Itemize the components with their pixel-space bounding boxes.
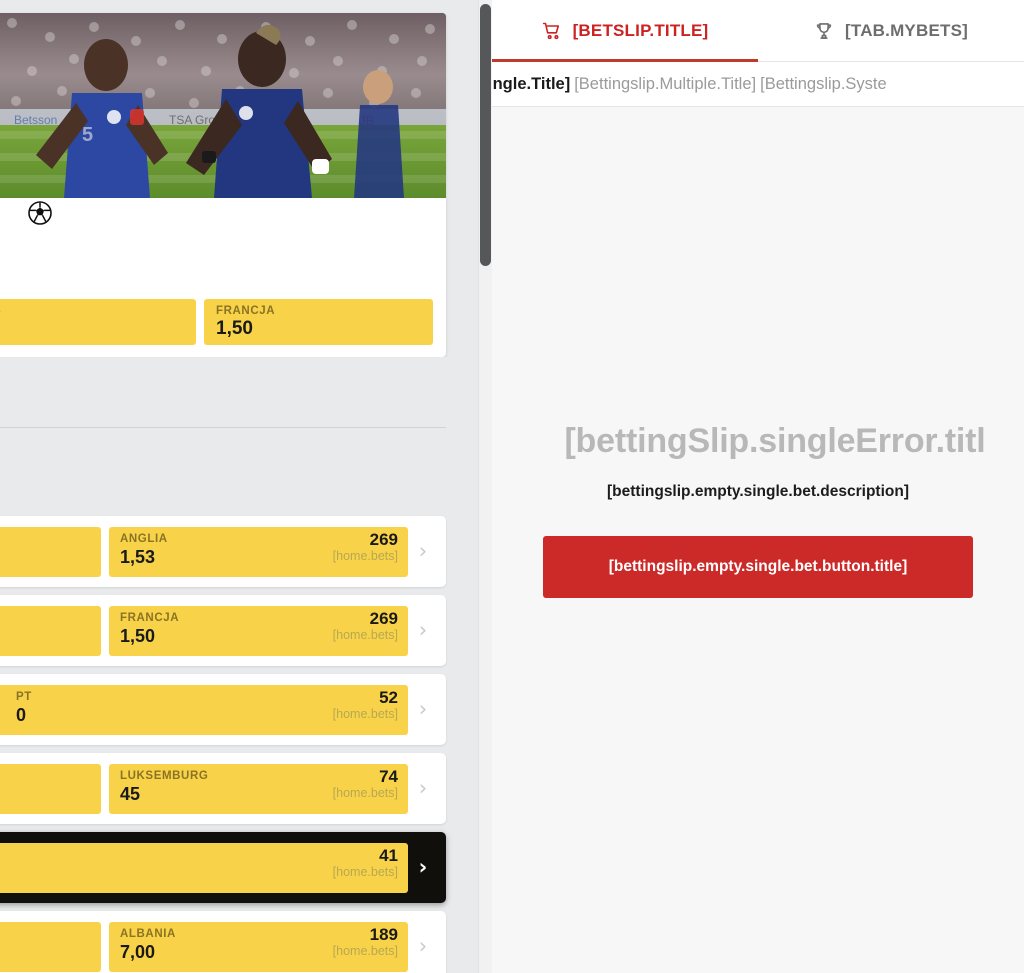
chevron-right-icon[interactable]: › bbox=[410, 778, 436, 799]
empty-state-title: [bettingSlip.singleError.titl bbox=[564, 422, 986, 460]
chevron-right-icon[interactable]: › bbox=[410, 541, 436, 562]
subtab-system[interactable]: [Bettingslip.Syste bbox=[758, 62, 889, 106]
odds-team-label: FRANCJA bbox=[216, 305, 276, 317]
chevron-right-icon[interactable]: › bbox=[410, 620, 436, 641]
odds-pill-primary[interactable]: ALBANIA 7,00 189 [home.bets] bbox=[109, 921, 408, 972]
empty-state-description: [bettingslip.empty.single.bet.descriptio… bbox=[607, 483, 909, 500]
bet-rows-list: ANGLIA 1,53 269 [home.bets] › FRANCJA 1,… bbox=[0, 516, 478, 973]
table-row[interactable]: ANGLIA 1,53 269 [home.bets] › bbox=[0, 516, 446, 587]
odds-pill-primary[interactable]: LUKSEMBURG 45 74 [home.bets] bbox=[109, 763, 408, 814]
betslip-panel: [BETSLIP.TITLE] [TAB.MYBETS] ngle.Title]… bbox=[492, 0, 1024, 973]
tab-betslip[interactable]: [BETSLIP.TITLE] bbox=[492, 0, 758, 62]
trophy-icon bbox=[814, 21, 834, 41]
bet-meta: 269 [home.bets] bbox=[333, 530, 398, 564]
chevron-right-icon[interactable]: › bbox=[410, 699, 436, 720]
bet-count-label: [home.bets] bbox=[332, 864, 398, 879]
bet-count-label: [home.bets] bbox=[332, 548, 398, 563]
bet-count: 269 bbox=[369, 529, 398, 549]
vertical-scrollbar-thumb[interactable] bbox=[480, 4, 491, 266]
tab-mybets-label: [TAB.MYBETS] bbox=[845, 21, 968, 40]
betslip-subtabs: slip.Single.Title] [Bettingslip.Multiple… bbox=[492, 62, 1024, 107]
odds-pill-secondary[interactable] bbox=[0, 605, 101, 656]
bet-meta: 52 [home.bets] bbox=[333, 688, 398, 722]
empty-state-action-button[interactable]: [bettingslip.empty.single.bet.button.tit… bbox=[543, 536, 973, 598]
svg-text:Betsson: Betsson bbox=[14, 113, 57, 127]
vertical-scrollbar-track[interactable] bbox=[478, 0, 492, 973]
odds-team-label: MIS bbox=[0, 305, 184, 317]
odds-button-draw[interactable]: MIS 10 bbox=[0, 299, 196, 345]
app-root: Betsson TSA Group JB bbox=[0, 0, 1024, 973]
bet-count: 189 bbox=[369, 924, 398, 944]
betslip-tabs: [BETSLIP.TITLE] [TAB.MYBETS] bbox=[492, 0, 1024, 62]
table-row[interactable]: FRANCJA 1,50 269 [home.bets] › bbox=[0, 595, 446, 666]
bet-count-label: [home.bets] bbox=[332, 627, 398, 642]
section-divider bbox=[0, 427, 446, 428]
bet-count: 52 bbox=[379, 687, 398, 707]
subtab-multiple[interactable]: [Bettingslip.Multiple.Title] bbox=[572, 62, 758, 106]
subtab-single[interactable]: slip.Single.Title] bbox=[492, 62, 572, 106]
list-gap-area bbox=[0, 357, 478, 517]
betslip-subtabs-inner: slip.Single.Title] [Bettingslip.Multiple… bbox=[492, 62, 889, 106]
chevron-right-icon[interactable]: › bbox=[410, 857, 436, 878]
odds-value: 10 bbox=[0, 318, 184, 340]
bet-count-label: [home.bets] bbox=[332, 943, 398, 958]
bet-count-label: [home.bets] bbox=[332, 785, 398, 800]
match-promo-card[interactable]: Betsson TSA Group JB bbox=[0, 13, 446, 357]
left-content-pane: Betsson TSA Group JB bbox=[0, 0, 478, 973]
odds-value: 1,50 bbox=[216, 318, 253, 339]
odds-pill-primary[interactable]: ADA 5 41 [home.bets] bbox=[0, 842, 408, 893]
bet-meta: 74 [home.bets] bbox=[333, 767, 398, 801]
odds-pill-primary[interactable]: FRANCJA 1,50 269 [home.bets] bbox=[109, 605, 408, 656]
soccer-ball-icon bbox=[26, 199, 54, 227]
tab-mybets[interactable]: [TAB.MYBETS] bbox=[758, 0, 1024, 62]
chevron-right-icon[interactable]: › bbox=[410, 936, 436, 957]
match-photo: Betsson TSA Group JB bbox=[0, 13, 446, 198]
bet-meta: 41 [home.bets] bbox=[333, 846, 398, 880]
bet-count: 269 bbox=[369, 608, 398, 628]
odds-button-francja[interactable]: FRANCJA 1,50 bbox=[204, 299, 433, 345]
card-odds-row: MIS 10 FRANCJA 1,50 bbox=[0, 299, 446, 345]
bet-count: 74 bbox=[379, 766, 398, 786]
betslip-empty-state: [bettingSlip.singleError.titl [bettingsl… bbox=[492, 160, 1024, 860]
bet-meta: 269 [home.bets] bbox=[333, 609, 398, 643]
odds-pill-primary[interactable]: PT 0 52 [home.bets] bbox=[5, 684, 408, 735]
cart-icon bbox=[542, 21, 562, 41]
odds-pill-secondary[interactable] bbox=[0, 526, 101, 577]
bet-count: 41 bbox=[379, 845, 398, 865]
bet-count-label: [home.bets] bbox=[332, 706, 398, 721]
bet-meta: 189 [home.bets] bbox=[333, 925, 398, 959]
odds-pill-primary[interactable]: ANGLIA 1,53 269 [home.bets] bbox=[109, 526, 408, 577]
table-row[interactable]: PT 0 52 [home.bets] › bbox=[0, 674, 446, 745]
table-row[interactable]: ALBANIA 7,00 189 [home.bets] › bbox=[0, 911, 446, 973]
odds-pill-secondary[interactable] bbox=[0, 763, 101, 814]
svg-text:5: 5 bbox=[82, 124, 93, 146]
odds-pill-secondary[interactable] bbox=[0, 921, 101, 972]
table-row-selected[interactable]: ADA 5 41 [home.bets] › bbox=[0, 832, 446, 903]
table-row[interactable]: LUKSEMBURG 45 74 [home.bets] › bbox=[0, 753, 446, 824]
tab-betslip-label: [BETSLIP.TITLE] bbox=[572, 21, 709, 40]
football-players-photo-illustration: Betsson TSA Group JB bbox=[0, 13, 446, 198]
